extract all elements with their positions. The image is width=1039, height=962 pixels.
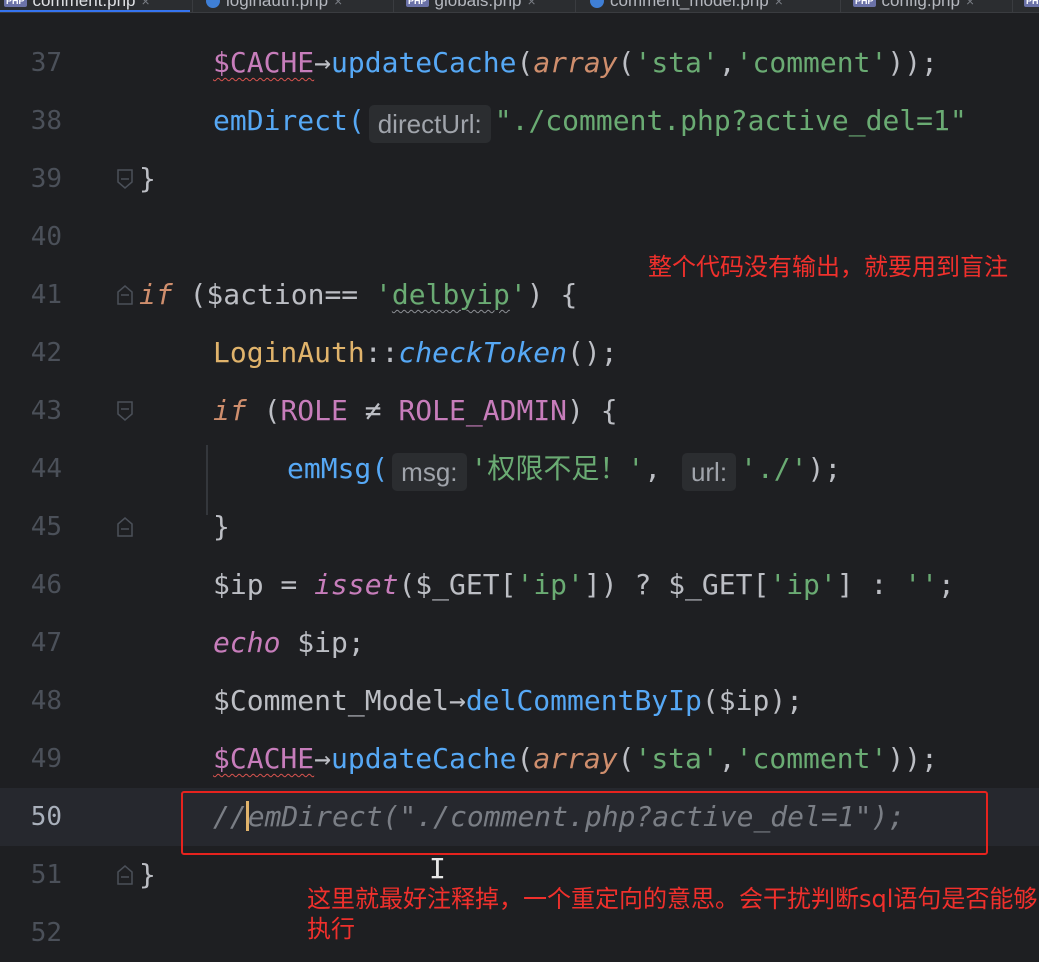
tab-divider: [840, 0, 841, 12]
code-text: $CACHE→updateCache(array('sta','comment'…: [213, 46, 938, 79]
php-file-icon: PHP: [1024, 0, 1039, 7]
close-tab-icon[interactable]: ×: [527, 0, 535, 9]
code-line-47[interactable]: 47 echo $ip;: [0, 614, 1039, 672]
code-text: }: [213, 510, 230, 543]
code-line-48[interactable]: 48 $Comment_Model→delCommentByIp($ip);: [0, 672, 1039, 730]
tab-config-php[interactable]: PHP config.php ×: [853, 0, 974, 11]
code-line-42[interactable]: 42 LoginAuth::checkToken();: [0, 324, 1039, 382]
tab-divider: [393, 0, 394, 12]
code-text: }: [139, 162, 156, 195]
line-number: 41: [30, 280, 62, 310]
parameter-hint: directUrl:: [368, 105, 491, 143]
code-line-39[interactable]: 39 }: [0, 150, 1039, 208]
class-file-icon: [206, 0, 220, 8]
close-tab-icon[interactable]: ×: [775, 0, 783, 9]
tab-loginauth-php[interactable]: loginauth.php ×: [206, 0, 342, 11]
fold-start-icon[interactable]: [116, 400, 134, 422]
line-number: 49: [30, 744, 62, 774]
line-number: 45: [30, 512, 62, 542]
code-text: $CACHE→updateCache(array('sta','comment'…: [213, 742, 938, 775]
line-number: 40: [30, 222, 62, 252]
code-text: LoginAuth::checkToken();: [213, 336, 618, 369]
text-cursor-icon: I: [429, 852, 446, 885]
parameter-hint: msg:: [392, 453, 467, 491]
tab-label: globals.php: [434, 0, 522, 10]
code-line-49[interactable]: 49 $CACHE→updateCache(array('sta','comme…: [0, 730, 1039, 788]
php-file-icon: PHP: [406, 0, 429, 7]
code-text: emMsg(msg: '权限不足！', url: './');: [287, 453, 841, 491]
tab-comment-model-php[interactable]: comment_model.php ×: [590, 0, 783, 11]
close-tab-icon[interactable]: ×: [966, 0, 974, 9]
highlight-box: [181, 791, 988, 855]
line-number: 50: [30, 802, 62, 832]
parameter-hint: url:: [681, 453, 737, 491]
tab-divider: [575, 0, 576, 12]
annotation-top: 整个代码没有输出，就要用到盲注: [648, 253, 1008, 281]
line-number: 48: [30, 686, 62, 716]
tab-overflow[interactable]: PHP: [1024, 0, 1039, 11]
code-line-45[interactable]: 45 }: [0, 498, 1039, 556]
tab-divider: [192, 0, 193, 12]
close-tab-icon[interactable]: ×: [142, 0, 150, 9]
code-text: emDirect(directUrl: "./comment.php?active…: [213, 105, 967, 143]
line-number: 37: [30, 48, 62, 78]
tab-divider: [1012, 0, 1013, 12]
php-file-icon: PHP: [853, 0, 876, 7]
line-number: 51: [30, 860, 62, 890]
line-number: 42: [30, 338, 62, 368]
code-text: $Comment_Model→delCommentByIp($ip);: [213, 684, 804, 717]
tab-globals-php[interactable]: PHP globals.php ×: [406, 0, 536, 11]
code-line-43[interactable]: 43 if (ROLE ≠ ROLE_ADMIN) {: [0, 382, 1039, 440]
line-number: 52: [30, 918, 62, 948]
fold-end-icon[interactable]: [116, 864, 134, 886]
code-text: $ip = isset($_GET['ip']) ? $_GET['ip'] :…: [213, 568, 955, 601]
code-line-37[interactable]: 37 $CACHE→updateCache(array('sta','comme…: [0, 34, 1039, 92]
line-number: 39: [30, 164, 62, 194]
tab-label: comment_model.php: [610, 0, 769, 10]
tab-label: loginauth.php: [226, 0, 329, 10]
line-number: 43: [30, 396, 62, 426]
tab-label: config.php: [881, 0, 960, 10]
close-tab-icon[interactable]: ×: [334, 0, 342, 9]
fold-end-icon[interactable]: [116, 168, 134, 190]
code-line-46[interactable]: 46 $ip = isset($_GET['ip']) ? $_GET['ip'…: [0, 556, 1039, 614]
code-line-44[interactable]: 44 emMsg(msg: '权限不足！', url: './');: [0, 440, 1039, 498]
code-text: if (ROLE ≠ ROLE_ADMIN) {: [213, 394, 618, 427]
code-text: }: [139, 858, 156, 891]
code-text: echo $ip;: [213, 626, 365, 659]
code-text: if ($action== 'delbyip') {: [139, 278, 578, 311]
line-number: 38: [30, 106, 62, 136]
line-number: 46: [30, 570, 62, 600]
annotation-bottom: 这里就最好注释掉，一个重定向的意思。会干扰判断sql语句是否能够执行: [307, 885, 1038, 943]
fold-start-icon[interactable]: [116, 284, 134, 306]
code-line-38[interactable]: 38 emDirect(directUrl: "./comment.php?act…: [0, 92, 1039, 150]
line-number: 47: [30, 628, 62, 658]
line-number: 44: [30, 454, 62, 484]
class-file-icon: [590, 0, 604, 8]
php-file-icon: PHP: [4, 0, 27, 7]
fold-end-icon[interactable]: [116, 516, 134, 538]
